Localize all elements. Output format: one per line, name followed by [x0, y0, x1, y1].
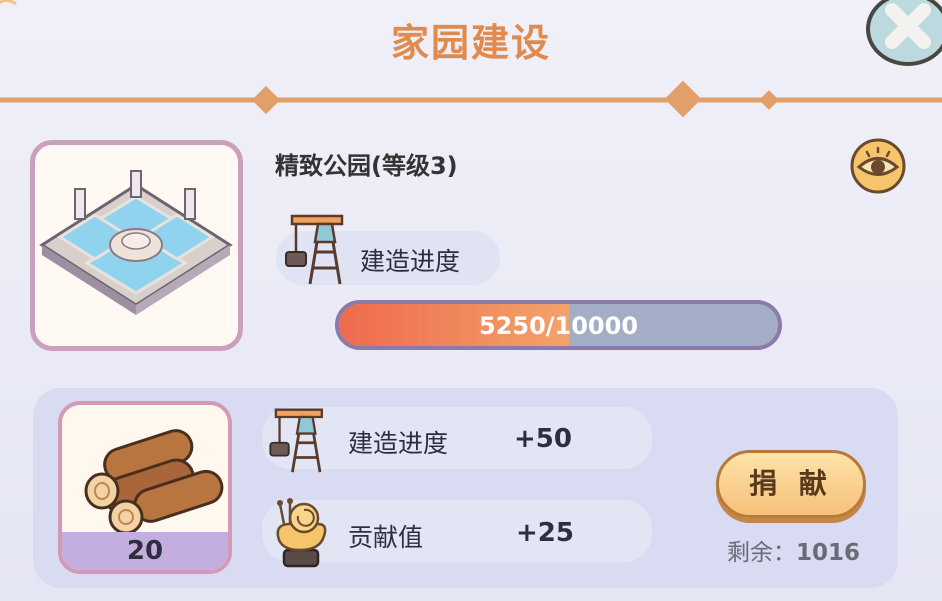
remaining-value: 1016: [796, 540, 861, 566]
progress-text: 5250/10000: [478, 312, 639, 340]
reward-value: +50: [514, 424, 572, 454]
eye-icon[interactable]: [849, 138, 907, 194]
reward-label: 贡献值: [348, 523, 424, 552]
crane-icon: [269, 408, 323, 473]
donate-button-label: 捐 献: [749, 467, 833, 500]
progress-label: 建造进度: [360, 247, 461, 276]
page-title: 家园建设: [390, 21, 551, 65]
park-building-icon: [39, 170, 233, 315]
close-icon: [885, 3, 931, 49]
progress-bar: 5250/10000: [335, 300, 782, 350]
reward-label: 建造进度: [348, 429, 449, 458]
snail-statue-icon: [276, 498, 327, 568]
crane-icon: [285, 214, 344, 285]
donate-button[interactable]: 捐 献: [716, 450, 866, 518]
header-divider: [0, 80, 942, 118]
resource-count: 20: [126, 536, 164, 566]
close-button[interactable]: [866, 0, 942, 66]
remaining-label: 剩余：: [727, 540, 796, 566]
remaining-count: 剩余：1016: [727, 533, 860, 567]
building-thumbnail: [30, 140, 243, 351]
resource-card: 20: [58, 401, 232, 574]
reward-value: +25: [516, 518, 574, 548]
wood-logs-icon: [84, 429, 224, 535]
building-name: 精致公园(等级3): [275, 152, 458, 180]
